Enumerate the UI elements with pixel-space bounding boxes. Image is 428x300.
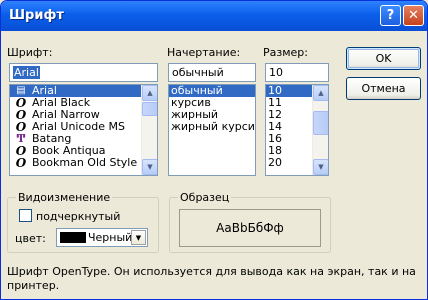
size-list-scrollbar[interactable]: ▲ ▼ <box>312 85 328 175</box>
color-label: цвет: <box>15 232 46 245</box>
close-button[interactable]: ✕ <box>403 5 424 26</box>
color-swatch <box>60 232 86 243</box>
sample-preview: AaBbБбФф <box>179 209 321 247</box>
size-label: Размер: <box>263 46 308 59</box>
font-list[interactable]: ▤ Arial O Arial Black O Arial Narrow O Arial Un… <box>9 84 158 176</box>
underline-label: подчеркнутый <box>36 210 121 223</box>
style-label: Начертание: <box>167 46 241 59</box>
font-name-input[interactable]: Arial <box>9 63 158 82</box>
font-label: Шрифт: <box>7 46 53 59</box>
window-title: Шрифт <box>9 8 64 23</box>
underline-checkbox[interactable] <box>19 209 32 222</box>
cancel-button[interactable]: Отмена <box>346 77 421 100</box>
scroll-thumb[interactable] <box>313 111 328 135</box>
sample-title: Образец <box>178 191 232 204</box>
scroll-up-icon[interactable]: ▲ <box>313 85 328 101</box>
style-list[interactable]: обычный курсив жирный жирный курсив <box>168 84 256 176</box>
font-name-value: Arial <box>13 66 40 79</box>
font-description: Шрифт OpenType. Он используется для выво… <box>7 265 416 292</box>
style-list-item[interactable]: жирный курсив <box>169 121 255 133</box>
font-list-scrollbar[interactable]: ▲ ▼ <box>141 85 157 175</box>
chevron-down-icon[interactable]: ▼ <box>131 230 146 245</box>
ok-button[interactable]: OK <box>346 47 421 70</box>
size-list[interactable]: 10 11 12 14 16 18 20 ▲ ▼ <box>265 84 329 176</box>
size-input[interactable]: 10 <box>265 63 329 82</box>
color-select[interactable]: Черный ▼ <box>56 228 148 247</box>
style-list-items: обычный курсив жирный жирный курсив <box>169 85 255 133</box>
font-list-items: ▤ Arial O Arial Black O Arial Narrow O Arial Un… <box>10 85 157 169</box>
help-icon: ? <box>386 8 395 23</box>
style-value: обычный <box>172 66 224 79</box>
close-icon: ✕ <box>408 8 419 23</box>
font-list-item[interactable]: O Bookman Old Style <box>10 156 157 170</box>
font-dialog: Шрифт ? ✕ Шрифт: Arial ▤ Arial O Arial Blac… <box>0 0 428 300</box>
style-input[interactable]: обычный <box>168 63 256 82</box>
size-value: 10 <box>269 66 283 79</box>
color-value: Черный <box>88 231 133 244</box>
scroll-down-icon[interactable]: ▼ <box>142 159 157 175</box>
scroll-up-icon[interactable]: ▲ <box>142 85 157 101</box>
opentype-icon: O <box>15 156 27 170</box>
help-button[interactable]: ? <box>380 5 401 26</box>
scroll-thumb[interactable] <box>142 102 157 116</box>
effects-title: Видоизменение <box>16 191 113 204</box>
scroll-down-icon[interactable]: ▼ <box>313 159 328 175</box>
sample-text: AaBbБбФф <box>216 221 284 235</box>
font-name: Bookman Old Style <box>32 156 138 169</box>
title-bar[interactable]: Шрифт ? ✕ <box>1 1 427 31</box>
